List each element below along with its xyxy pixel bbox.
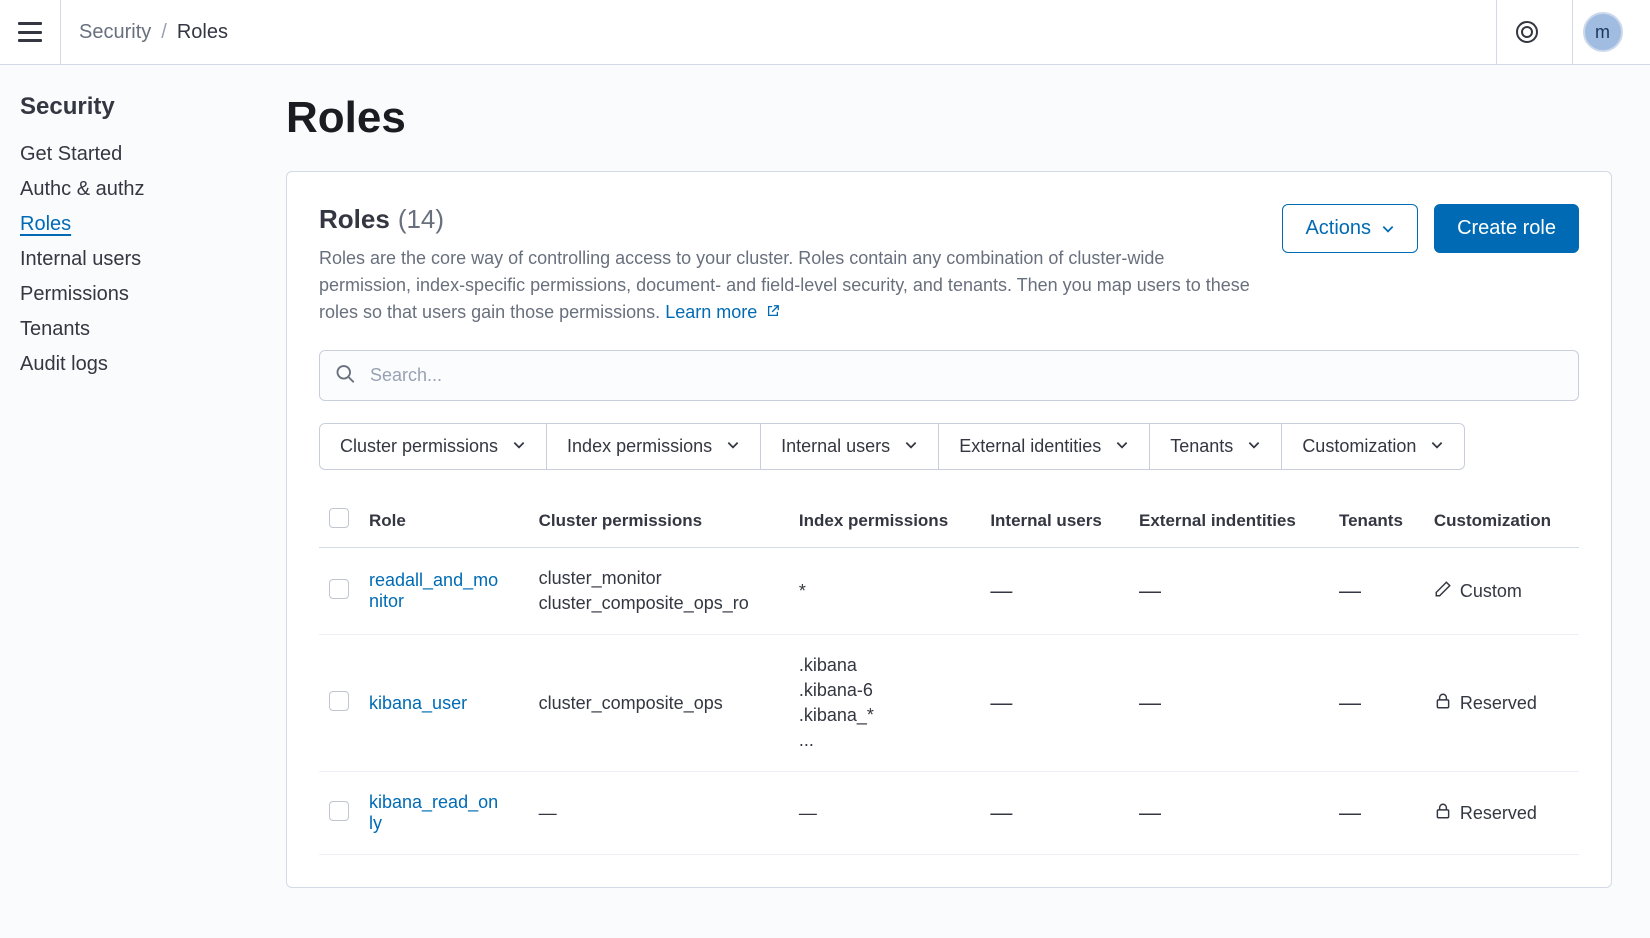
customization-label: Custom bbox=[1460, 581, 1522, 602]
filter-label: Internal users bbox=[781, 436, 890, 457]
filter-label: External identities bbox=[959, 436, 1101, 457]
chevron-down-icon bbox=[512, 436, 526, 457]
internal-users-cell: — bbox=[990, 578, 1012, 603]
lock-icon bbox=[1434, 802, 1452, 825]
chevron-down-icon bbox=[904, 436, 918, 457]
customization-cell: Reserved bbox=[1434, 802, 1569, 825]
external-identities-cell: — bbox=[1139, 690, 1161, 715]
row-checkbox[interactable] bbox=[329, 579, 349, 599]
create-role-button[interactable]: Create role bbox=[1434, 204, 1579, 253]
sidebar-item-get-started[interactable]: Get Started bbox=[20, 137, 266, 172]
sidebar-item-permissions[interactable]: Permissions bbox=[20, 277, 266, 312]
search-input[interactable] bbox=[319, 350, 1579, 401]
roles-count: (14) bbox=[398, 204, 444, 235]
internal-users-cell: — bbox=[990, 800, 1012, 825]
filter-index-permissions[interactable]: Index permissions bbox=[546, 423, 761, 470]
topbar-right: m bbox=[1496, 0, 1632, 65]
breadcrumb-current: Roles bbox=[177, 21, 228, 44]
cluster-permissions-cell: — bbox=[539, 803, 779, 824]
filter-internal-users[interactable]: Internal users bbox=[760, 423, 939, 470]
lock-icon bbox=[1434, 692, 1452, 715]
page-title: Roles bbox=[286, 93, 1612, 143]
index-permissions-cell: .kibana.kibana-6.kibana_*... bbox=[799, 655, 970, 751]
customization-label: Reserved bbox=[1460, 693, 1537, 714]
breadcrumb-parent[interactable]: Security bbox=[79, 21, 151, 44]
search-icon bbox=[335, 363, 355, 388]
table-row: readall_and_monitor cluster_monitorcluste… bbox=[319, 548, 1579, 635]
user-menu[interactable]: m bbox=[1572, 0, 1632, 65]
filter-label: Index permissions bbox=[567, 436, 712, 457]
tenants-cell: — bbox=[1339, 690, 1361, 715]
main-content: Roles Roles (14) Roles are the core way … bbox=[286, 65, 1650, 928]
chevron-down-icon bbox=[1381, 222, 1395, 236]
lifebuoy-icon bbox=[1516, 21, 1538, 43]
breadcrumb: Security / Roles bbox=[79, 21, 228, 44]
filters-row: Cluster permissions Index permissions Inte… bbox=[319, 423, 1579, 470]
column-header[interactable]: Index permissions bbox=[789, 494, 980, 548]
customization-cell: Custom bbox=[1434, 580, 1569, 603]
tenants-cell: — bbox=[1339, 800, 1361, 825]
actions-button[interactable]: Actions bbox=[1282, 204, 1418, 253]
column-header[interactable]: External indentities bbox=[1129, 494, 1329, 548]
filter-label: Cluster permissions bbox=[340, 436, 498, 457]
row-checkbox[interactable] bbox=[329, 691, 349, 711]
internal-users-cell: — bbox=[990, 690, 1012, 715]
column-header[interactable]: Cluster permissions bbox=[529, 494, 789, 548]
index-permissions-cell: — bbox=[799, 803, 970, 824]
chevron-down-icon bbox=[1430, 436, 1444, 457]
filter-label: Customization bbox=[1302, 436, 1416, 457]
learn-more-link[interactable]: Learn more bbox=[665, 302, 780, 322]
external-identities-cell: — bbox=[1139, 578, 1161, 603]
cluster-permissions-cell: cluster_monitorcluster_composite_ops_ro bbox=[539, 568, 779, 614]
role-link[interactable]: kibana_user bbox=[369, 693, 467, 714]
row-checkbox[interactable] bbox=[329, 801, 349, 821]
roles-table: RoleCluster permissionsIndex permissions… bbox=[319, 494, 1579, 855]
hamburger-menu-icon[interactable] bbox=[18, 22, 42, 42]
role-link[interactable]: readall_and_monitor bbox=[369, 570, 499, 612]
sidebar-title: Security bbox=[20, 93, 266, 121]
breadcrumb-separator: / bbox=[161, 21, 167, 44]
sidebar-item-internal-users[interactable]: Internal users bbox=[20, 242, 266, 277]
column-header[interactable]: Customization bbox=[1424, 494, 1579, 548]
filter-label: Tenants bbox=[1170, 436, 1233, 457]
customization-label: Reserved bbox=[1460, 803, 1537, 824]
external-identities-cell: — bbox=[1139, 800, 1161, 825]
sidebar: Security Get StartedAuthc & authzRolesIn… bbox=[0, 65, 286, 928]
column-header[interactable]: Internal users bbox=[980, 494, 1129, 548]
filter-customization[interactable]: Customization bbox=[1281, 423, 1465, 470]
external-link-icon bbox=[766, 299, 780, 326]
chevron-down-icon bbox=[1115, 436, 1129, 457]
sidebar-item-roles[interactable]: Roles bbox=[20, 207, 266, 242]
roles-panel: Roles (14) Roles are the core way of con… bbox=[286, 171, 1612, 888]
chevron-down-icon bbox=[726, 436, 740, 457]
table-row: kibana_user cluster_composite_ops .kibana.… bbox=[319, 635, 1579, 772]
index-permissions-cell: * bbox=[799, 581, 970, 602]
divider bbox=[60, 0, 61, 65]
sidebar-item-authc-authz[interactable]: Authc & authz bbox=[20, 172, 266, 207]
sidebar-item-tenants[interactable]: Tenants bbox=[20, 312, 266, 347]
cluster-permissions-cell: cluster_composite_ops bbox=[539, 693, 779, 714]
panel-description: Roles are the core way of controlling ac… bbox=[319, 245, 1252, 326]
column-header[interactable]: Role bbox=[359, 494, 529, 548]
column-header[interactable]: Tenants bbox=[1329, 494, 1424, 548]
table-row: kibana_read_only — — — — — Reserved bbox=[319, 772, 1579, 855]
panel-title: Roles bbox=[319, 204, 390, 235]
help-button[interactable] bbox=[1496, 0, 1556, 65]
avatar: m bbox=[1583, 12, 1623, 52]
customization-cell: Reserved bbox=[1434, 692, 1569, 715]
topbar: Security / Roles m bbox=[0, 0, 1650, 65]
filter-tenants[interactable]: Tenants bbox=[1149, 423, 1282, 470]
tenants-cell: — bbox=[1339, 578, 1361, 603]
filter-external-identities[interactable]: External identities bbox=[938, 423, 1150, 470]
pencil-icon bbox=[1434, 580, 1452, 603]
filter-cluster-permissions[interactable]: Cluster permissions bbox=[319, 423, 547, 470]
select-all-checkbox[interactable] bbox=[329, 508, 349, 528]
role-link[interactable]: kibana_read_only bbox=[369, 792, 499, 834]
sidebar-item-audit-logs[interactable]: Audit logs bbox=[20, 347, 266, 382]
chevron-down-icon bbox=[1247, 436, 1261, 457]
